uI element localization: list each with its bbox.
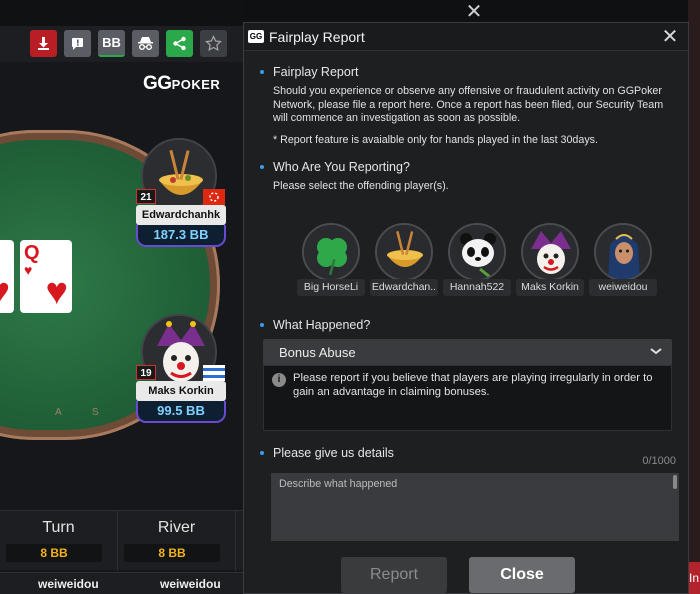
bullet-icon <box>260 451 264 455</box>
street-turn: Turn 8 BB <box>0 511 118 571</box>
suspect-avatar <box>448 223 506 281</box>
player-stack: 99.5 BB <box>136 401 226 423</box>
joker-avatar-icon <box>523 225 577 279</box>
favorite-button[interactable] <box>200 30 227 57</box>
app-root: BB GGPOKER A S Q ♥ ♥ 21 Edwardchanhk 187… <box>0 0 700 594</box>
download-hand-button[interactable] <box>30 30 57 57</box>
street-name: River <box>157 519 196 536</box>
player-level-badge: 19 <box>136 365 156 380</box>
suspect-avatar <box>375 223 433 281</box>
table-toolbar: BB <box>0 26 243 62</box>
suspect-name: Edwardchan.. <box>370 279 438 296</box>
reason-dropdown[interactable]: Bonus Abuse <box>263 339 672 365</box>
player-name: Edwardchanhk <box>136 205 226 225</box>
incognito-icon <box>138 37 153 50</box>
bb-toggle-label: BB <box>102 35 121 50</box>
report-button[interactable] <box>64 30 91 57</box>
background-window-edge <box>688 0 700 594</box>
logo-gg-text: GG <box>143 73 172 94</box>
suspect-avatar <box>594 223 652 281</box>
street-pot: 8 BB <box>6 544 102 562</box>
country-flag-icon <box>203 365 225 381</box>
panda-avatar-icon <box>450 225 504 279</box>
intro-text: Should you experience or observe any off… <box>273 85 664 124</box>
card-suit-large: ♥ <box>0 273 10 311</box>
intro-heading: Fairplay Report <box>273 65 359 79</box>
history-player-name: weiweidou <box>160 577 221 591</box>
gg-logo-icon: GG <box>248 30 264 43</box>
textarea-scrollbar[interactable] <box>673 475 677 489</box>
reason-info-box: i Please report if you believe that play… <box>263 365 672 431</box>
street-pot: 8 BB <box>124 544 220 562</box>
hong-kong-flag-icon <box>203 189 225 205</box>
suspect-name: Maks Korkin <box>516 279 584 296</box>
street-pot-bar: Turn 8 BB River 8 BB <box>0 510 243 571</box>
close-icon: ✕ <box>661 26 679 48</box>
window-close-button[interactable]: ✕ <box>464 1 484 23</box>
download-icon <box>38 37 49 50</box>
table-title-bar <box>0 0 243 26</box>
history-player-name: weiweidou <box>38 577 99 591</box>
suspect-name: Hannah522 <box>443 279 511 296</box>
details-textarea[interactable] <box>271 473 679 541</box>
player-name: Maks Korkin <box>136 381 226 401</box>
who-heading: Who Are You Reporting? <box>273 160 410 174</box>
flag-report-icon <box>72 38 83 50</box>
logo-poker-text: POKER <box>171 77 221 92</box>
clover-avatar-icon <box>304 225 358 279</box>
suspect-avatar <box>521 223 579 281</box>
dialog-header: GG Fairplay Report ✕ <box>244 23 688 51</box>
fairplay-report-dialog: GG Fairplay Report ✕ Fairplay Report Sho… <box>243 22 689 594</box>
bb-display-toggle[interactable]: BB <box>98 30 125 57</box>
reason-info-text: Please report if you believe that player… <box>293 372 653 398</box>
poker-table-window: BB GGPOKER A S Q ♥ ♥ 21 Edwardchanhk 187… <box>0 0 243 594</box>
star-icon <box>205 35 222 52</box>
character-counter: 0/1000 <box>642 455 676 467</box>
bullet-icon <box>260 70 264 74</box>
details-heading: Please give us details <box>273 446 394 460</box>
who-subheading: Please select the offending player(s). <box>273 180 449 192</box>
dialog-close-button[interactable]: ✕ <box>660 26 680 48</box>
reason-selected-value: Bonus Abuse <box>279 345 356 360</box>
bullet-icon <box>260 323 264 327</box>
dialog-title: Fairplay Report <box>269 29 365 45</box>
woman-avatar-icon <box>596 225 650 279</box>
player-level-badge: 21 <box>136 189 156 204</box>
suspect-avatar <box>302 223 360 281</box>
history-row: weiweidou weiweidou <box>0 572 243 594</box>
incognito-button[interactable] <box>132 30 159 57</box>
street-name: Turn <box>42 519 75 536</box>
what-heading: What Happened? <box>273 318 371 332</box>
street-river: River 8 BB <box>118 511 236 571</box>
player-stack: 187.3 BB <box>136 225 226 247</box>
suspect-name: Big HorseLi <box>297 279 365 296</box>
close-icon: ✕ <box>465 1 483 23</box>
ggpoker-logo: GGPOKER <box>143 73 220 95</box>
share-icon <box>173 36 186 51</box>
board-card: Q ♥ ♥ <box>20 240 72 313</box>
info-icon: i <box>272 373 286 387</box>
share-button[interactable] <box>166 30 193 57</box>
report-submit-button[interactable]: Report <box>341 557 447 593</box>
bullet-icon <box>260 165 264 169</box>
suspect-name: weiweidou <box>589 279 657 296</box>
card-suit-small: ♥ <box>24 262 33 278</box>
board-card-partial: ♥ <box>0 240 14 313</box>
chevron-down-icon <box>650 348 662 355</box>
noodle-bowl-avatar-icon <box>377 225 431 279</box>
intro-note: * Report feature is avaialble only for h… <box>273 134 598 146</box>
card-suit-large: ♥ <box>45 271 68 313</box>
close-button[interactable]: Close <box>469 557 575 593</box>
rail-text: A S <box>55 407 113 418</box>
